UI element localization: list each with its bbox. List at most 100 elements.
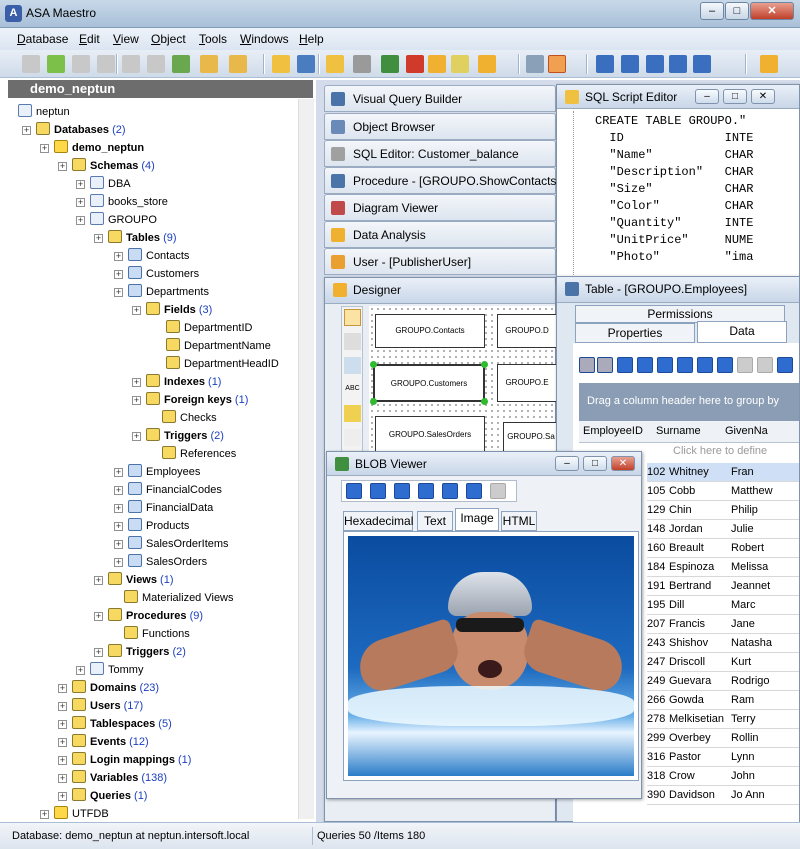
- expand-toggle[interactable]: +: [76, 666, 85, 675]
- tree-node[interactable]: Queries (1): [72, 787, 147, 805]
- tree-node[interactable]: Databases (2): [36, 121, 126, 139]
- tree-node[interactable]: DepartmentID: [166, 319, 252, 337]
- tree-node[interactable]: Functions: [124, 625, 190, 643]
- entity-contacts[interactable]: GROUPO.Contacts: [375, 314, 485, 348]
- table-row[interactable]: 249 Guevara Rodrigo: [647, 672, 799, 691]
- close-button[interactable]: ✕: [750, 2, 794, 20]
- properties-icon[interactable]: [229, 55, 247, 73]
- tree-node[interactable]: Tommy: [90, 661, 143, 679]
- expand-toggle[interactable]: +: [132, 432, 141, 441]
- edit-record-icon[interactable]: [697, 357, 713, 373]
- expand-toggle[interactable]: +: [132, 306, 141, 315]
- group-by-panel[interactable]: Drag a column header here to group by: [579, 383, 799, 421]
- tree-node[interactable]: Contacts: [128, 247, 189, 265]
- column-employeeid[interactable]: EmployeeID: [583, 425, 643, 437]
- table-icon[interactable]: [200, 55, 218, 73]
- panel-object-browser[interactable]: Object Browser: [324, 113, 556, 140]
- tree-node[interactable]: Customers: [128, 265, 199, 283]
- tree-node[interactable]: Fields (3): [146, 301, 212, 319]
- tree-node[interactable]: Triggers (2): [108, 643, 186, 661]
- query-builder-icon[interactable]: [297, 55, 315, 73]
- expand-toggle[interactable]: +: [94, 234, 103, 243]
- window-icon[interactable]: [596, 55, 614, 73]
- tile-vertical-icon[interactable]: [669, 55, 687, 73]
- filter-icon[interactable]: [526, 55, 544, 73]
- blob-minimize-button[interactable]: –: [555, 456, 579, 471]
- insert-record-icon[interactable]: [657, 357, 673, 373]
- panel-visual-query-builder[interactable]: Visual Query Builder: [324, 85, 556, 112]
- tree-node[interactable]: Tablespaces (5): [72, 715, 172, 733]
- tab-data[interactable]: Data: [697, 321, 787, 343]
- expand-toggle[interactable]: +: [132, 378, 141, 387]
- sql-code-area[interactable]: CREATE TABLE GROUPO." ID INTE "Name" CHA…: [595, 113, 753, 266]
- table-row[interactable]: 105 Cobb Matthew: [647, 482, 799, 501]
- tree-node[interactable]: Users (17): [72, 697, 143, 715]
- expand-toggle[interactable]: +: [76, 198, 85, 207]
- link-tool-icon[interactable]: [344, 429, 361, 446]
- last-record-icon[interactable]: [637, 357, 653, 373]
- expand-toggle[interactable]: +: [114, 288, 123, 297]
- entity-customers[interactable]: GROUPO.Customers: [373, 364, 485, 402]
- panel-procedure[interactable]: Procedure - [GROUPO.ShowContacts]: [324, 167, 560, 194]
- expand-toggle[interactable]: +: [114, 270, 123, 279]
- expand-toggle[interactable]: +: [114, 522, 123, 531]
- home-icon[interactable]: [760, 55, 778, 73]
- expand-toggle[interactable]: +: [40, 144, 49, 153]
- expand-toggle[interactable]: +: [58, 684, 67, 693]
- refresh-data-icon[interactable]: [777, 357, 793, 373]
- expand-toggle[interactable]: +: [114, 486, 123, 495]
- connect-icon[interactable]: [122, 55, 140, 73]
- blob-maximize-button[interactable]: □: [583, 456, 607, 471]
- tree-node[interactable]: FinancialCodes: [128, 481, 222, 499]
- text-tool-icon[interactable]: ABC: [343, 385, 362, 392]
- expand-toggle[interactable]: +: [58, 756, 67, 765]
- tree-scrollbar[interactable]: [298, 99, 314, 819]
- tree-node[interactable]: DepartmentName: [166, 337, 271, 355]
- table-row[interactable]: 148 Jordan Julie: [647, 520, 799, 539]
- tile-horizontal-icon[interactable]: [646, 55, 664, 73]
- delete-record-icon[interactable]: [677, 357, 693, 373]
- tree-node[interactable]: neptun: [18, 103, 70, 121]
- blob-load-icon[interactable]: [466, 483, 482, 499]
- entity-salesorders[interactable]: GROUPO.SalesOrders: [375, 416, 485, 454]
- blob-last-icon[interactable]: [418, 483, 434, 499]
- tree-node[interactable]: books_store: [90, 193, 168, 211]
- tree-node[interactable]: FinancialData: [128, 499, 213, 517]
- blob-tab-html[interactable]: HTML: [501, 511, 537, 531]
- entity-salesorderitems[interactable]: GROUPO.Sa: [503, 422, 559, 452]
- tree-node[interactable]: Indexes (1): [146, 373, 221, 391]
- new-icon[interactable]: [22, 55, 40, 73]
- table-row[interactable]: 243 Shishov Natasha: [647, 634, 799, 653]
- menu-edit[interactable]: Edit: [79, 32, 100, 46]
- table-row[interactable]: 390 Davidson Jo Ann: [647, 786, 799, 805]
- table-row[interactable]: 299 Overbey Rollin: [647, 729, 799, 748]
- menu-windows[interactable]: Windows: [240, 32, 289, 46]
- selection-handle[interactable]: [370, 361, 377, 368]
- note-tool-icon[interactable]: [344, 405, 361, 422]
- expand-toggle[interactable]: +: [58, 792, 67, 801]
- disconnect-icon[interactable]: [147, 55, 165, 73]
- tree-node[interactable]: Checks: [162, 409, 217, 427]
- table-row[interactable]: 195 Dill Marc: [647, 596, 799, 615]
- tree-node[interactable]: Foreign keys (1): [146, 391, 248, 409]
- tree-node[interactable]: demo_neptun: [54, 139, 144, 157]
- blob-next-icon[interactable]: [394, 483, 410, 499]
- blob-close-button[interactable]: ✕: [611, 456, 635, 471]
- selection-handle[interactable]: [481, 398, 488, 405]
- blob-first-icon[interactable]: [346, 483, 362, 499]
- tree-node[interactable]: UTFDB: [54, 805, 109, 819]
- blob-prev-icon[interactable]: [370, 483, 386, 499]
- expand-toggle[interactable]: +: [114, 540, 123, 549]
- panel-user[interactable]: User - [PublisherUser]: [324, 248, 556, 275]
- blob-tab-image[interactable]: Image: [455, 508, 499, 531]
- tree-node[interactable]: References: [162, 445, 236, 463]
- panel-data-analysis[interactable]: Data Analysis: [324, 221, 556, 248]
- table-row[interactable]: 316 Pastor Lynn: [647, 748, 799, 767]
- blob-tab-hexadecimal[interactable]: Hexadecimal: [343, 511, 413, 531]
- script-icon[interactable]: [326, 55, 344, 73]
- menu-view[interactable]: View: [113, 32, 139, 46]
- chart-icon[interactable]: [406, 55, 424, 73]
- table-row[interactable]: 266 Gowda Ram: [647, 691, 799, 710]
- tree-node[interactable]: Variables (138): [72, 769, 167, 787]
- expand-toggle[interactable]: +: [58, 702, 67, 711]
